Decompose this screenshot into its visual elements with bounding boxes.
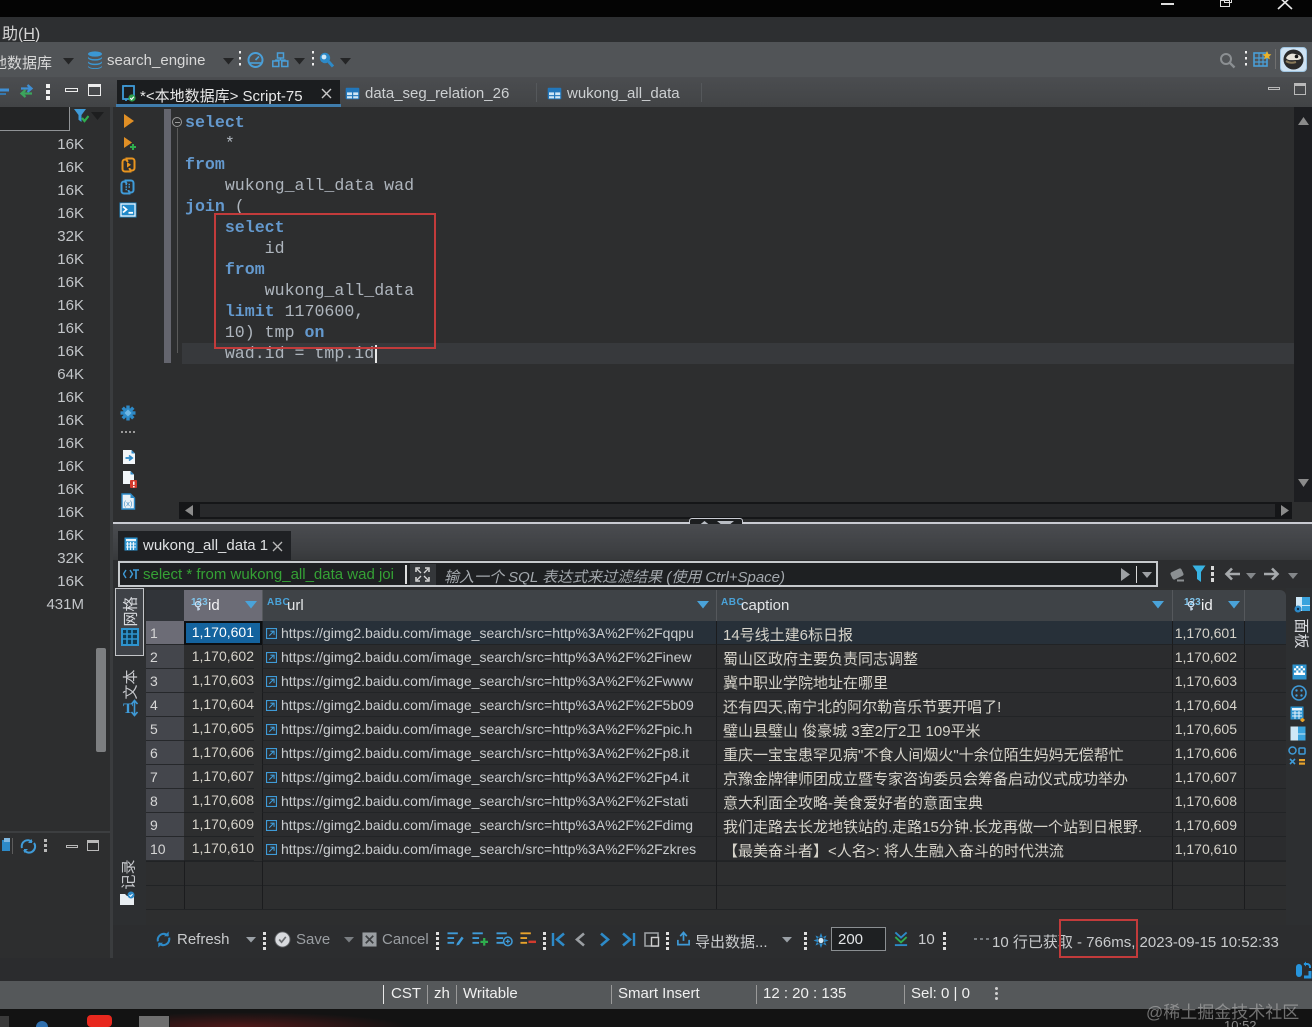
svg-text:(x): (x) — [124, 499, 133, 508]
